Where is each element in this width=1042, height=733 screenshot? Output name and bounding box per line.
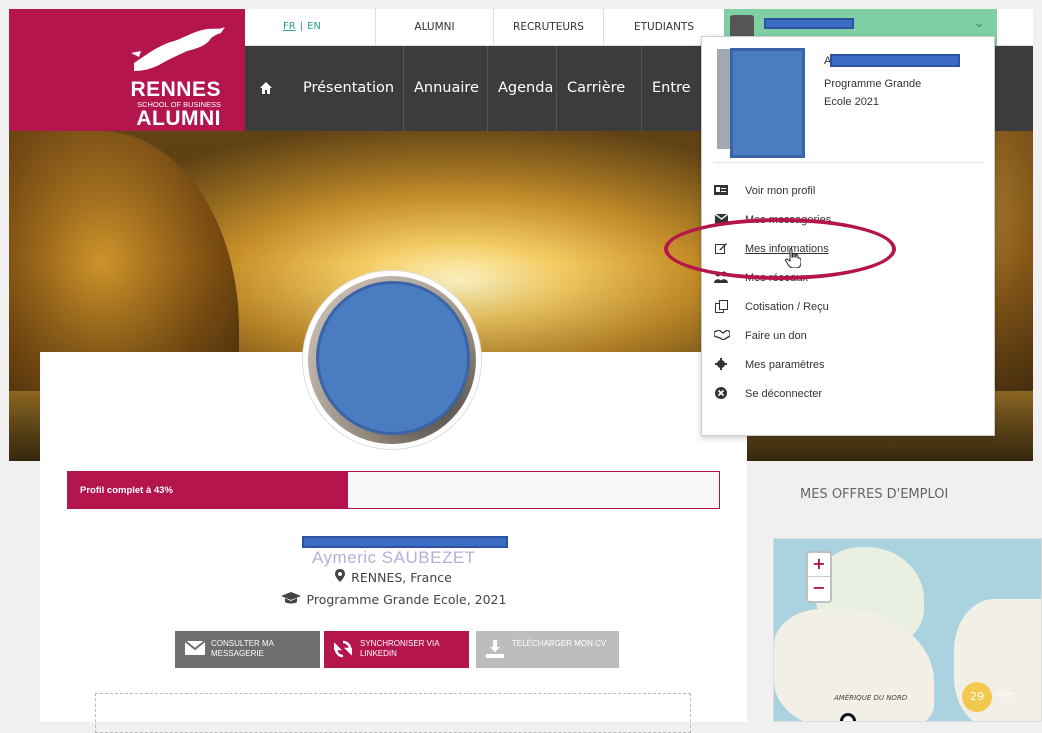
nav-agenda[interactable]: Agenda (487, 46, 556, 131)
menu-item-view-profile[interactable]: Voir mon profil (714, 183, 984, 203)
logo-alumni-text: ALUMNI (136, 107, 221, 130)
profile-location-text: RENNES, France (351, 570, 452, 585)
power-icon (714, 387, 728, 401)
menu-item-logout[interactable]: Se déconnecter (714, 386, 984, 406)
menu-item-membership[interactable]: Cotisation / Reçu (714, 299, 984, 319)
map-label-europe: ROPE (995, 691, 1015, 699)
sync-linkedin-label: Synchroniser via LinkedIn (360, 639, 440, 658)
job-offers-title: MES OFFRES D'EMPLOI (800, 487, 949, 502)
toplink-alumni[interactable]: ALUMNI (375, 9, 493, 46)
rennes-alumni-logo[interactable]: RENNES SCHOOL OF BUSINESS ALUMNI (9, 9, 245, 141)
consult-messaging-label: Consulter ma messagerie (211, 639, 274, 658)
nav-entreprises[interactable]: Entre (641, 46, 701, 131)
nav-annuaire[interactable]: Annuaire (403, 46, 487, 131)
envelope-icon (184, 640, 206, 658)
id-card-icon (714, 184, 728, 198)
consult-messaging-button[interactable]: Consulter ma messagerie (175, 631, 320, 668)
toplink-recruteurs[interactable]: RECRUTEURS (493, 9, 603, 46)
annotation-highlight-ellipse (664, 218, 896, 280)
profile-location: RENNES, France (0, 569, 787, 585)
sync-linkedin-button[interactable]: Synchroniser via LinkedIn (324, 631, 469, 668)
profile-progress-bar: Profil complet à 43% (67, 471, 720, 509)
menu-item-label: Cotisation / Reçu (745, 301, 829, 313)
panther-logo-icon (131, 27, 225, 71)
chevron-down-icon: ⌄ (973, 15, 985, 31)
dropdown-user-name-redacted (830, 54, 960, 67)
menu-item-label: Mes paramètres (745, 359, 825, 371)
lang-fr-link[interactable]: FR (283, 21, 296, 32)
download-cv-label: Télécharger mon CV (512, 639, 607, 648)
gear-icon (714, 358, 728, 372)
dropdown-divider (714, 162, 984, 163)
profile-name: Aymeric SAUBEZET (312, 548, 476, 567)
profile-avatar-redacted (316, 281, 470, 435)
map-pin-icon[interactable] (840, 713, 856, 721)
download-cv-button[interactable]: Télécharger mon CV (476, 631, 619, 668)
dropdown-user-photo-redacted (730, 48, 805, 158)
lang-separator: | (299, 21, 304, 32)
hand-cursor-icon (785, 248, 802, 273)
map-zoom-out-button[interactable]: − (808, 577, 830, 601)
language-switcher: FR | EN (283, 21, 321, 32)
menu-item-settings[interactable]: Mes paramètres (714, 357, 984, 377)
profile-section-placeholder (95, 693, 691, 733)
job-offers-map[interactable]: + − AMÉRIQUE DU NORD 29 ROPE (773, 538, 1042, 722)
profile-progress-label: Profil complet à 43% (80, 485, 173, 496)
menu-item-label: Voir mon profil (745, 185, 816, 197)
profile-program: Programme Grande Ecole, 2021 (0, 592, 787, 607)
profile-program-text: Programme Grande Ecole, 2021 (306, 592, 507, 607)
map-label-north-america: AMÉRIQUE DU NORD (834, 694, 908, 702)
map-zoom-control: + − (806, 551, 832, 603)
home-icon[interactable] (245, 46, 291, 131)
map-marker-icon (335, 569, 346, 585)
refresh-icon (332, 640, 354, 661)
user-name-redacted (764, 18, 854, 29)
nav-presentation[interactable]: Présentation (293, 46, 403, 131)
profile-name-redacted (302, 536, 508, 548)
map-zoom-in-button[interactable]: + (808, 553, 830, 577)
dropdown-user-program: Programme Grande Ecole 2021 (824, 78, 922, 108)
receipt-icon (714, 300, 728, 314)
menu-item-donate[interactable]: Faire un don (713, 328, 984, 348)
menu-item-label: Se déconnecter (745, 388, 823, 400)
handshake-icon (713, 329, 731, 343)
logo-rennes-text: RENNES (130, 78, 221, 101)
download-icon (486, 640, 504, 661)
lang-en-link[interactable]: EN (307, 21, 321, 32)
map-cluster-marker[interactable]: 29 (962, 682, 992, 712)
menu-item-label: Faire un don (745, 330, 807, 342)
graduation-cap-icon (280, 592, 301, 607)
nav-carriere[interactable]: Carrière (556, 46, 641, 131)
